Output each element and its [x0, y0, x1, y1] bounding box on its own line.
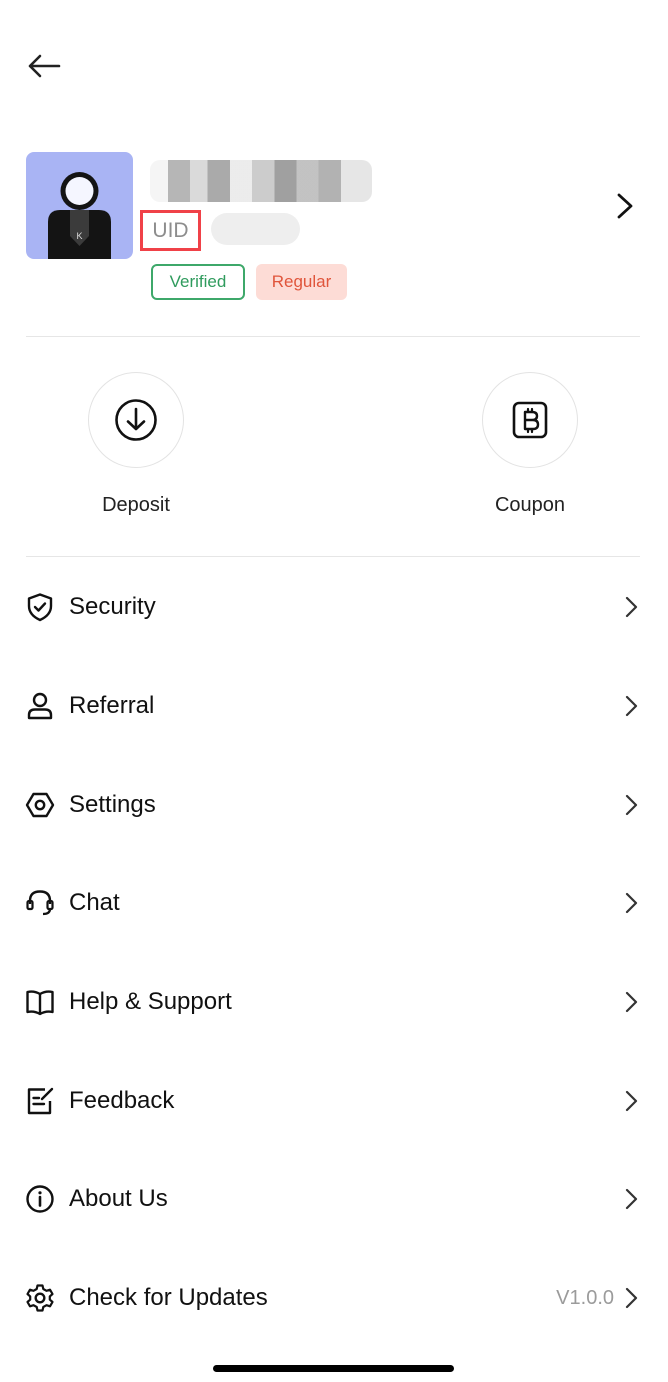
menu-label: Help & Support	[69, 988, 232, 1016]
coupon-button[interactable]: Coupon	[460, 372, 600, 517]
download-circle-icon	[115, 399, 157, 441]
gear-icon	[26, 1284, 54, 1312]
chevron-right-icon	[625, 1090, 638, 1111]
menu-label: Check for Updates	[69, 1284, 268, 1312]
shield-check-icon	[27, 593, 53, 622]
menu-label: Referral	[69, 692, 155, 720]
menu-label: Security	[69, 593, 156, 621]
settings-menu: Security Referral Settings Chat Help & S…	[0, 558, 668, 1348]
profile-chevron-right-icon[interactable]	[614, 190, 636, 222]
chevron-right-icon	[625, 695, 638, 717]
chevron-right-icon	[625, 991, 638, 1013]
username-redacted	[150, 160, 372, 202]
chevron-right-icon	[625, 597, 638, 618]
divider	[26, 336, 640, 337]
info-icon	[26, 1185, 54, 1214]
chevron-right-icon	[625, 794, 638, 815]
uid-value-redacted	[211, 213, 300, 245]
menu-label: Settings	[69, 790, 156, 818]
svg-text:K: K	[76, 231, 82, 241]
headset-icon	[26, 890, 54, 916]
menu-label: About Us	[69, 1185, 168, 1213]
divider	[26, 556, 640, 557]
bitcoin-card-icon	[512, 401, 548, 439]
deposit-button[interactable]: Deposit	[66, 372, 206, 517]
menu-item-settings[interactable]: Settings	[0, 755, 668, 854]
chevron-right-icon	[625, 1288, 638, 1309]
menu-item-chat[interactable]: Chat	[0, 854, 668, 953]
menu-item-feedback[interactable]: Feedback	[0, 1051, 668, 1150]
edit-note-icon	[27, 1087, 54, 1114]
menu-item-check-updates[interactable]: Check for Updates V1.0.0	[0, 1249, 668, 1348]
profile-card[interactable]: K UID Verified Regular	[26, 152, 640, 302]
coupon-label: Coupon	[494, 494, 566, 516]
arrow-left-icon	[28, 54, 61, 78]
hexagon-settings-icon	[25, 792, 55, 817]
version-text: V1.0.0	[556, 1286, 614, 1309]
regular-badge: Regular	[256, 264, 347, 300]
verified-badge: Verified	[151, 264, 245, 300]
menu-label: Chat	[69, 889, 120, 917]
menu-item-security[interactable]: Security	[0, 558, 668, 657]
menu-item-referral[interactable]: Referral	[0, 657, 668, 756]
avatar: K	[26, 152, 133, 259]
book-icon	[26, 990, 54, 1016]
home-indicator	[213, 1365, 454, 1372]
menu-label: Feedback	[69, 1086, 175, 1114]
menu-item-about-us[interactable]: About Us	[0, 1150, 668, 1249]
menu-item-help-support[interactable]: Help & Support	[0, 953, 668, 1052]
deposit-label: Deposit	[102, 494, 170, 516]
user-icon	[27, 692, 53, 720]
chevron-right-icon	[625, 1189, 638, 1210]
chevron-right-icon	[625, 893, 638, 914]
back-button[interactable]	[24, 46, 64, 86]
uid-label: UID	[140, 210, 201, 251]
